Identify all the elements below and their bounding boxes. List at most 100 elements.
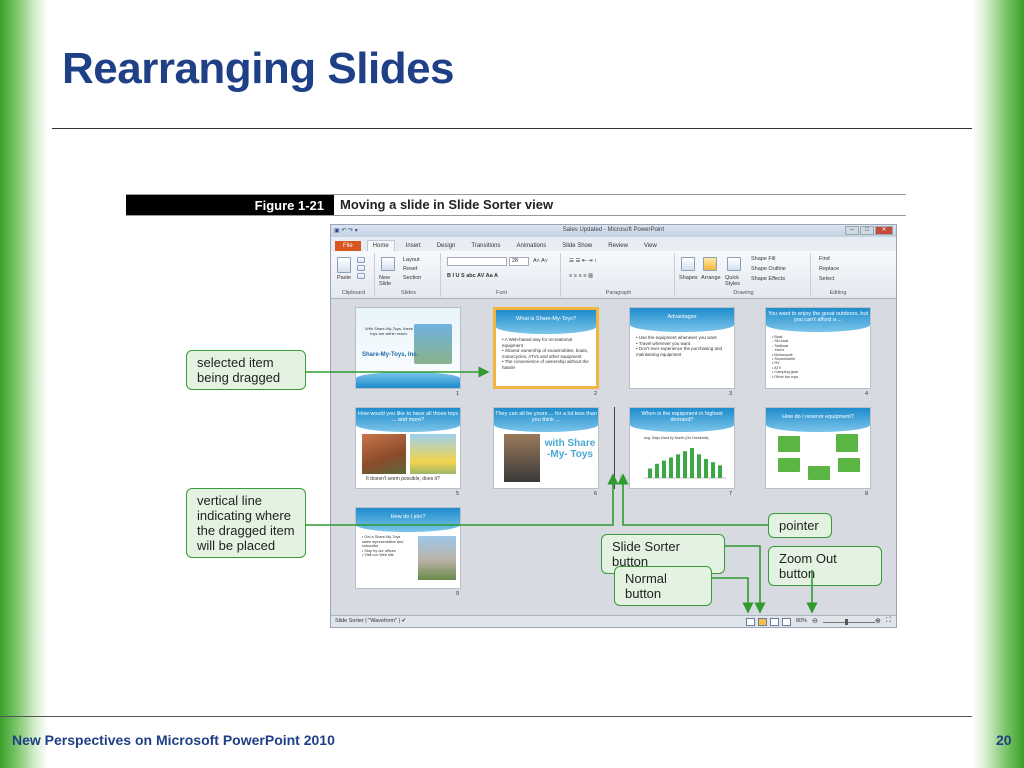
group-label-font: Font xyxy=(495,290,507,296)
slide-number-3: 3 xyxy=(729,391,733,397)
new-slide-label[interactable]: New Slide xyxy=(379,275,401,287)
reading-view-button[interactable] xyxy=(770,618,779,626)
slide-thumbnail-9[interactable]: How do I join? • Get a Share-My-Toys sal… xyxy=(355,507,461,589)
group-drawing: Shapes Arrange Quick Styles Shape Fill S… xyxy=(677,253,811,297)
slide-3-title: Advantages xyxy=(630,308,734,332)
slide-number-9: 9 xyxy=(456,591,460,597)
shapes-icon[interactable] xyxy=(681,257,695,271)
reset-button[interactable]: Reset xyxy=(403,266,417,272)
chart-bar xyxy=(669,457,673,478)
flow-box-5 xyxy=(838,458,860,472)
slide-7-title: When is the equipment in highest demand? xyxy=(630,408,734,432)
paste-icon[interactable] xyxy=(337,257,351,273)
shape-fill-button[interactable]: Shape Fill xyxy=(751,256,775,262)
callout-pointer: pointer xyxy=(768,513,832,538)
slide-1-subtitle: Share-My-Toys, Inc. xyxy=(362,352,419,358)
slide-thumbnail-6[interactable]: They can all be yours ... for a lot less… xyxy=(493,407,599,489)
slide-5-title: How would you like to have all those toy… xyxy=(356,408,460,432)
slide-thumbnail-2[interactable]: What is Share-My-Toys? • A Web-based way… xyxy=(493,307,599,389)
tab-file[interactable]: File xyxy=(335,241,361,251)
slide-thumbnail-8[interactable]: How do I reserve equipment? xyxy=(765,407,871,489)
slide-4-body: • Boat - Ski boat - Sailboat - Yacht • M… xyxy=(772,335,799,379)
replace-button[interactable]: Replace xyxy=(819,266,839,272)
normal-view-button[interactable] xyxy=(746,618,755,626)
tab-review[interactable]: Review xyxy=(603,241,633,251)
tab-animations[interactable]: Animations xyxy=(512,241,552,251)
tab-view[interactable]: View xyxy=(639,241,662,251)
group-clipboard: Paste Clipboard xyxy=(333,253,375,297)
zoom-out-icon[interactable]: ⊖ xyxy=(812,617,818,625)
slide-5-photo-right xyxy=(410,434,456,474)
tab-transitions[interactable]: Transitions xyxy=(466,241,505,251)
slide-5-body: It doesn't seem possible, does it? xyxy=(366,476,440,482)
format-painter-icon[interactable] xyxy=(357,273,365,279)
left-green-bar xyxy=(0,0,48,768)
group-label-slides: Slides xyxy=(401,290,416,296)
title-divider xyxy=(52,128,972,129)
slide-sorter-view-button[interactable] xyxy=(758,618,767,626)
list-buttons[interactable]: ☰ ☰ ⇤ ⇥ ↕ xyxy=(569,258,597,264)
copy-icon[interactable] xyxy=(357,265,365,271)
status-theme: "Waveform" xyxy=(368,618,398,624)
quick-styles-label[interactable]: Quick Styles xyxy=(725,275,745,287)
status-bar: Slide Sorter | "Waveform" | ✔ 80% ⊖ ⊕ ⛶ xyxy=(331,615,896,627)
window-controls: – □ ✕ xyxy=(845,226,893,235)
footer-title: New Perspectives on Microsoft PowerPoint… xyxy=(12,732,335,748)
zoom-in-icon[interactable]: ⊕ xyxy=(875,617,881,625)
slide-number-7: 7 xyxy=(729,491,733,497)
font-name-box[interactable] xyxy=(447,257,507,266)
section-button[interactable]: Section xyxy=(403,275,421,281)
font-size-box[interactable]: 28 xyxy=(509,257,529,266)
new-slide-icon[interactable] xyxy=(381,257,395,271)
zoom-slider[interactable] xyxy=(823,622,875,623)
zoom-slider-thumb[interactable] xyxy=(845,619,848,625)
page-number: 20 xyxy=(996,732,1012,748)
slide-3-body: • Use the equipment whenever you want • … xyxy=(636,335,722,357)
slide-2-title: What is Share-My-Toys? xyxy=(496,310,596,334)
tab-insert[interactable]: Insert xyxy=(401,241,426,251)
callout-zoom-out-button: Zoom Out button xyxy=(768,546,882,586)
slide-thumbnail-1[interactable]: With Share-My-Toys, these toys are withi… xyxy=(355,307,461,389)
close-icon[interactable]: ✕ xyxy=(875,226,893,235)
zoom-level[interactable]: 80% xyxy=(796,618,807,624)
chart-bar xyxy=(662,460,666,478)
group-paragraph: ☰ ☰ ⇤ ⇥ ↕ ≡ ≡ ≡ ≡ ▥ Paragraph xyxy=(563,253,675,297)
shapes-label[interactable]: Shapes xyxy=(679,275,698,281)
arrange-icon[interactable] xyxy=(703,257,717,271)
minimize-icon[interactable]: – xyxy=(845,226,859,235)
fit-to-window-icon[interactable]: ⛶ xyxy=(886,617,891,625)
arrange-label[interactable]: Arrange xyxy=(701,275,721,281)
shape-outline-button[interactable]: Shape Outline xyxy=(751,266,786,272)
grow-font-icon[interactable]: A˄ A˅ xyxy=(533,258,548,264)
find-button[interactable]: Find xyxy=(819,256,830,262)
slide-1-body: With Share-My-Toys, these toys are withi… xyxy=(364,326,413,336)
tab-design[interactable]: Design xyxy=(432,241,461,251)
quick-styles-icon[interactable] xyxy=(727,257,741,271)
figure-description: Moving a slide in Slide Sorter view xyxy=(340,197,554,212)
maximize-icon[interactable]: □ xyxy=(860,226,874,235)
slide-thumbnail-3[interactable]: Advantages • Use the equipment whenever … xyxy=(629,307,735,389)
slide-thumbnail-4[interactable]: You want to enjoy the great outdoors, bu… xyxy=(765,307,871,389)
group-label-drawing: Drawing xyxy=(733,290,754,296)
select-button[interactable]: Select xyxy=(819,276,834,282)
tab-slide-show[interactable]: Slide Show xyxy=(557,241,597,251)
chart-bar xyxy=(648,468,652,478)
slide-2-body: • A Web-based way for recreational equip… xyxy=(502,337,589,370)
chart-bar xyxy=(704,459,708,478)
font-format-buttons[interactable]: B I U S abc AV Aa A xyxy=(447,273,498,279)
slide-show-view-button[interactable] xyxy=(782,618,791,626)
cut-icon[interactable] xyxy=(357,257,365,263)
ribbon: Paste Clipboard New Slide Layout Reset S… xyxy=(331,251,896,299)
group-label-clipboard: Clipboard xyxy=(341,290,366,296)
chart-bar xyxy=(711,462,715,478)
slide-thumbnail-7[interactable]: When is the equipment in highest demand?… xyxy=(629,407,735,489)
slide-thumbnail-5[interactable]: How would you like to have all those toy… xyxy=(355,407,461,489)
shape-effects-button[interactable]: Shape Effects xyxy=(751,276,785,282)
tab-home[interactable]: Home xyxy=(366,240,395,251)
align-buttons[interactable]: ≡ ≡ ≡ ≡ ▥ xyxy=(569,273,593,279)
slide-9-body: • Get a Share-My-Toys sales representati… xyxy=(362,535,404,558)
layout-button[interactable]: Layout xyxy=(403,257,420,263)
flow-box-3 xyxy=(778,458,800,472)
slide-number-1: 1 xyxy=(456,391,460,397)
slide-5-photo-left xyxy=(362,434,406,474)
